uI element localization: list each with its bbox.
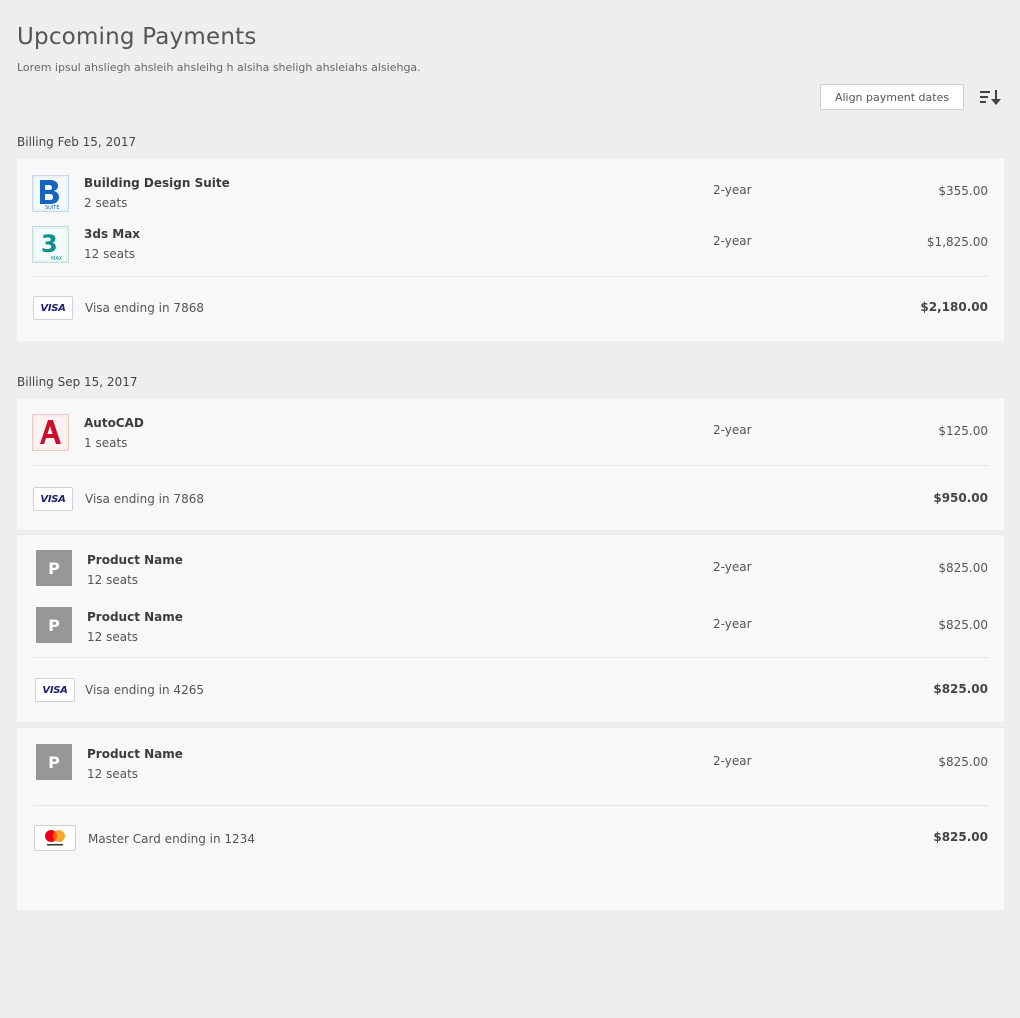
divider — [33, 276, 988, 277]
payment-card: AutoCAD 1 seats 2-year $125.00 VISA Visa… — [17, 397, 1004, 530]
product-seats: 1 seats — [84, 436, 128, 450]
page-title: Upcoming Payments — [17, 24, 257, 50]
product-seats: 2 seats — [84, 196, 128, 210]
payment-total: $2,180.00 — [920, 300, 988, 314]
building-design-suite-icon: SUITE — [32, 175, 69, 212]
product-name: Product Name — [87, 553, 183, 567]
billing-date-label: Billing Sep 15, 2017 — [17, 375, 138, 389]
payment-method-row: VISA Visa ending in 4265 $825.00 — [17, 678, 1004, 704]
product-row: P Product Name 12 seats 2-year $825.00 — [17, 607, 1004, 647]
product-term: 2-year — [713, 560, 752, 574]
payment-method-row: mastercard Master Card ending in 1234 $8… — [17, 825, 1004, 851]
product-price: $125.00 — [938, 424, 988, 438]
product-term: 2-year — [713, 183, 752, 197]
payment-method-text: Visa ending in 4265 — [85, 683, 204, 697]
product-price: $825.00 — [938, 561, 988, 575]
3ds-max-icon: 3 MAX — [32, 226, 69, 263]
divider — [33, 805, 988, 806]
product-price: $1,825.00 — [926, 235, 988, 249]
payment-method-text: Visa ending in 7868 — [85, 301, 204, 315]
product-placeholder-icon: P — [36, 744, 72, 780]
product-name: 3ds Max — [84, 227, 141, 241]
product-term: 2-year — [713, 617, 752, 631]
payment-card: P Product Name 12 seats 2-year $825.00 P… — [17, 534, 1004, 722]
product-row: SUITE Building Design Suite 2 seats 2-ye… — [17, 175, 1004, 215]
autocad-icon — [32, 414, 69, 451]
svg-text:SUITE: SUITE — [45, 205, 60, 211]
svg-text:MAX: MAX — [51, 256, 63, 262]
product-row: 3 MAX 3ds Max 12 seats 2-year $1,825.00 — [17, 226, 1004, 266]
product-name: Product Name — [87, 747, 183, 761]
svg-text:3: 3 — [41, 230, 58, 258]
divider — [33, 465, 988, 466]
payment-method-text: Master Card ending in 1234 — [88, 832, 255, 846]
sort-descending-icon[interactable] — [979, 88, 1005, 108]
product-price: $355.00 — [938, 184, 988, 198]
align-payment-dates-button[interactable]: Align payment dates — [820, 84, 964, 110]
payment-card: SUITE Building Design Suite 2 seats 2-ye… — [17, 157, 1004, 341]
page-subtitle: Lorem ipsul ahsliegh ahsleih ahsleihg h … — [17, 61, 421, 74]
payment-method-row: VISA Visa ending in 7868 $2,180.00 — [17, 296, 1004, 322]
product-seats: 12 seats — [84, 247, 136, 261]
product-price: $825.00 — [938, 755, 988, 769]
product-name: AutoCAD — [84, 416, 144, 430]
product-name: Building Design Suite — [84, 176, 230, 190]
payment-method-text: Visa ending in 7868 — [85, 492, 204, 506]
payment-method-row: VISA Visa ending in 7868 $950.00 — [17, 487, 1004, 513]
visa-card-icon: VISA — [33, 296, 73, 320]
payment-total: $950.00 — [933, 491, 988, 505]
product-placeholder-icon: P — [36, 607, 72, 643]
product-placeholder-icon: P — [36, 550, 72, 586]
payment-card: P Product Name 12 seats 2-year $825.00 m… — [17, 727, 1004, 910]
product-seats: 12 seats — [87, 767, 139, 781]
mastercard-icon: mastercard — [34, 825, 76, 851]
product-row: AutoCAD 1 seats 2-year $125.00 — [17, 414, 1004, 454]
payment-total: $825.00 — [933, 682, 988, 696]
product-price: $825.00 — [938, 618, 988, 632]
billing-date-label: Billing Feb 15, 2017 — [17, 135, 137, 149]
visa-card-icon: VISA — [33, 487, 73, 511]
product-row: P Product Name 12 seats 2-year $825.00 — [17, 550, 1004, 590]
product-term: 2-year — [713, 754, 752, 768]
product-seats: 12 seats — [87, 573, 139, 587]
product-term: 2-year — [713, 234, 752, 248]
product-row: P Product Name 12 seats 2-year $825.00 — [17, 744, 1004, 784]
payment-total: $825.00 — [933, 830, 988, 844]
product-name: Product Name — [87, 610, 183, 624]
divider — [33, 657, 988, 658]
product-seats: 12 seats — [87, 630, 139, 644]
product-term: 2-year — [713, 423, 752, 437]
visa-card-icon: VISA — [35, 678, 75, 702]
